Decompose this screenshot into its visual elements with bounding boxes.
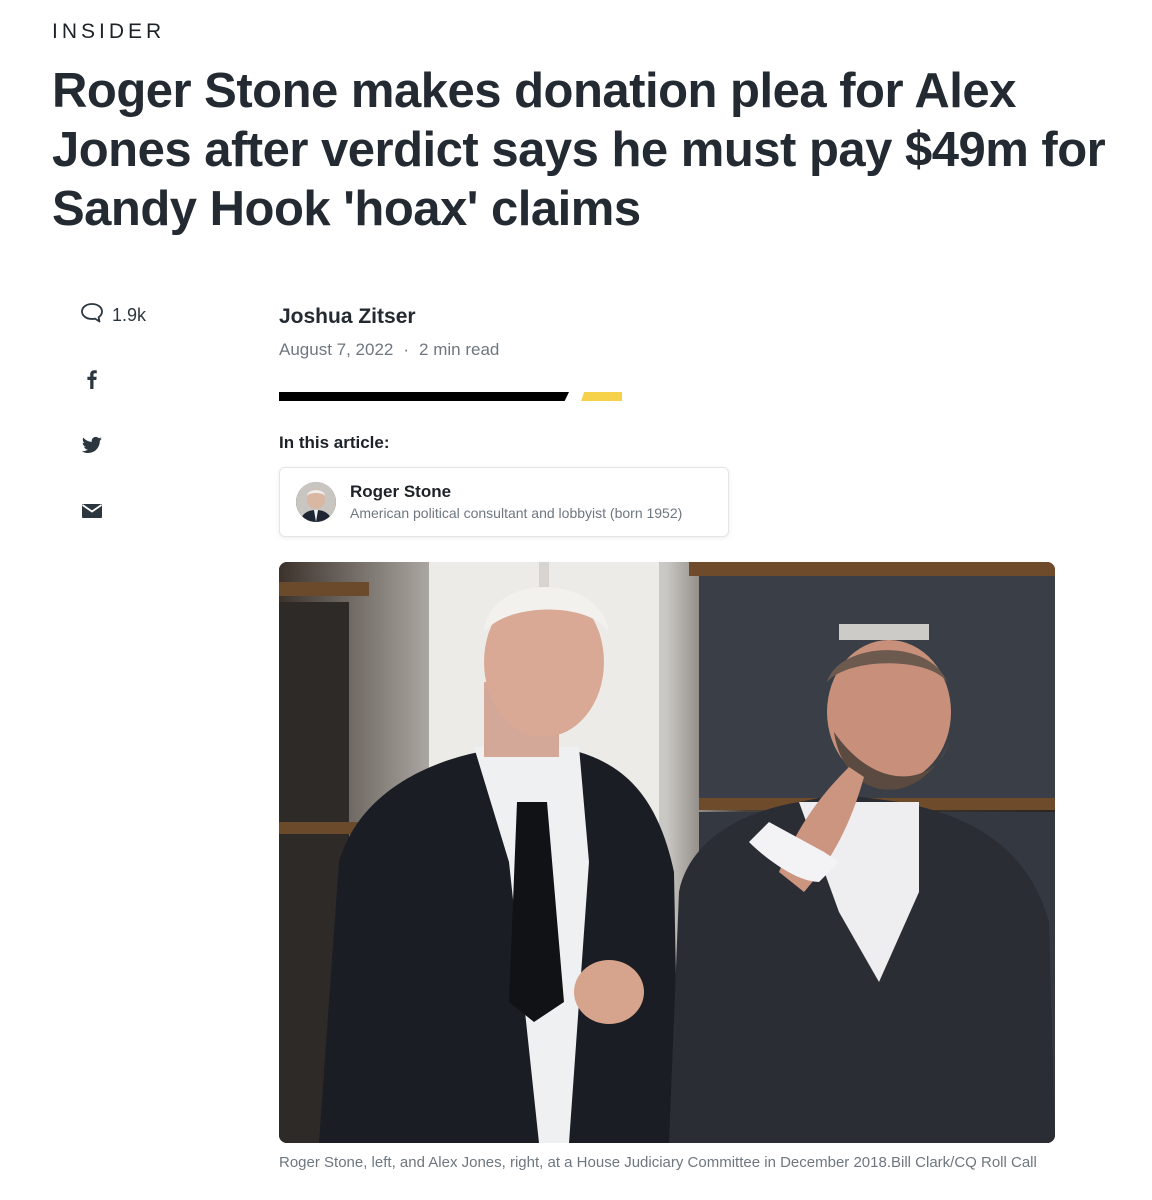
entity-name: Roger Stone bbox=[350, 482, 452, 501]
divider-yellow bbox=[581, 392, 622, 401]
author-name[interactable]: Joshua Zitser bbox=[279, 305, 416, 329]
read-time: 2 min read bbox=[419, 340, 500, 359]
article-page: INSIDER Roger Stone makes donation plea … bbox=[0, 0, 1152, 1200]
article-meta: August 7, 2022 · 2 min read bbox=[279, 340, 499, 360]
twitter-icon bbox=[80, 433, 104, 462]
comment-count: 1.9k bbox=[112, 304, 147, 325]
email-icon bbox=[80, 499, 104, 528]
article-photo bbox=[279, 562, 1055, 1143]
site-logo[interactable]: INSIDER bbox=[52, 20, 165, 44]
divider-black bbox=[279, 392, 569, 401]
share-toolbar: 1.9k bbox=[80, 300, 170, 528]
photo-caption: Roger Stone, left, and Alex Jones, right… bbox=[279, 1154, 1037, 1171]
email-share-button[interactable] bbox=[80, 498, 170, 528]
entity-text: Roger Stone American political consultan… bbox=[350, 481, 682, 523]
avatar bbox=[296, 482, 336, 522]
meta-separator: · bbox=[403, 340, 410, 359]
publish-date: August 7, 2022 bbox=[279, 340, 394, 359]
facebook-share-button[interactable] bbox=[80, 366, 170, 396]
comment-icon bbox=[80, 302, 104, 329]
twitter-share-button[interactable] bbox=[80, 432, 170, 462]
facebook-icon bbox=[80, 367, 104, 396]
comments-button[interactable]: 1.9k bbox=[80, 300, 170, 330]
in-article-heading: In this article: bbox=[279, 433, 390, 452]
entity-description: American political consultant and lobbyi… bbox=[350, 505, 683, 521]
article-headline: Roger Stone makes donation plea for Alex… bbox=[52, 64, 1106, 236]
entity-card-roger-stone[interactable]: Roger Stone American political consultan… bbox=[279, 467, 729, 537]
